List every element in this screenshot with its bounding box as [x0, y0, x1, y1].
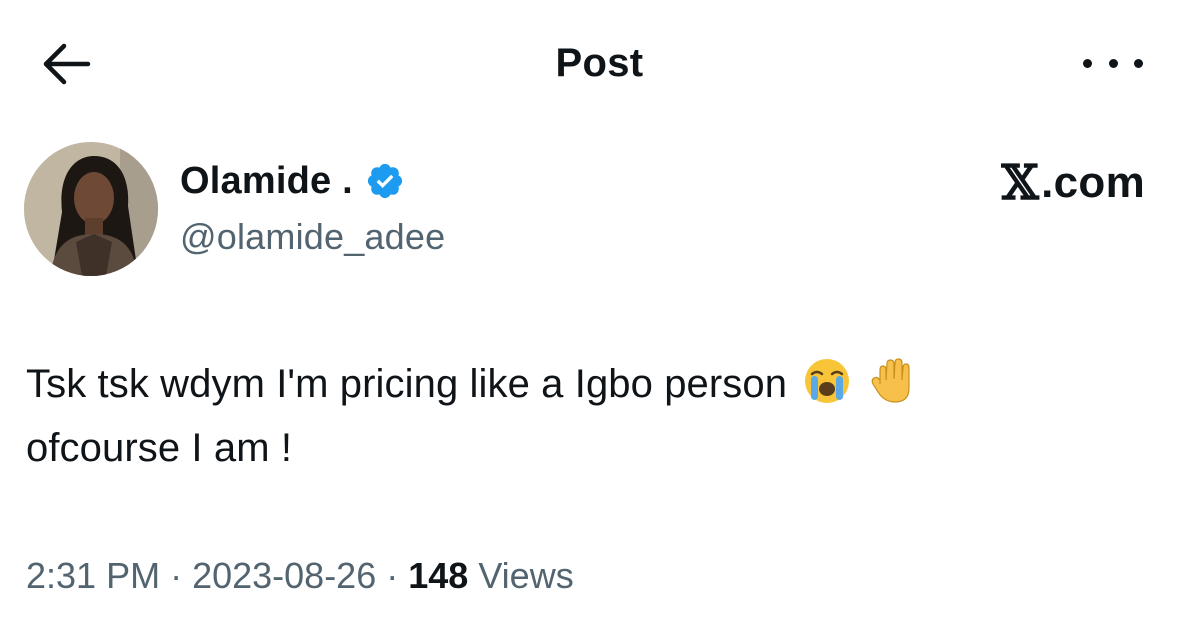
meta-separator: ·	[386, 555, 399, 596]
meta-separator: ·	[170, 555, 183, 596]
author-name: Olamide .	[180, 159, 353, 202]
profile-photo	[24, 142, 158, 276]
x-com-watermark: 𝕏 .com	[1002, 155, 1145, 211]
page-title: Post	[555, 41, 644, 85]
post-detail-page: Post Olamide . @olamide_adee 𝕏 .com Tsk …	[0, 0, 1199, 636]
avatar[interactable]	[24, 142, 158, 276]
more-dot	[1134, 58, 1143, 68]
post-text-line2: ofcourse I am !	[26, 426, 293, 470]
author-handle[interactable]: @olamide_adee	[180, 216, 445, 258]
post-time[interactable]: 2:31 PM	[26, 555, 160, 597]
views-count[interactable]: 148	[408, 555, 468, 597]
watermark-suffix: .com	[1041, 158, 1145, 207]
author-name-row[interactable]: Olamide .	[180, 155, 405, 207]
views-label: Views	[478, 555, 574, 596]
more-options-button[interactable]	[1083, 42, 1143, 84]
post-text: Tsk tsk wdym I'm pricing like a Igbo per…	[26, 352, 1146, 480]
post-date[interactable]: 2023-08-26	[192, 555, 376, 597]
more-dot	[1108, 58, 1118, 68]
raised-hand-icon	[871, 358, 910, 403]
post-text-line1: Tsk tsk wdym I'm pricing like a Igbo per…	[26, 362, 788, 406]
more-dots-icon	[1083, 58, 1092, 68]
verified-badge-icon	[365, 161, 405, 201]
loudly-crying-face-icon	[805, 359, 850, 403]
post-meta: 2:31 PM · 2023-08-26 · 148 Views	[26, 555, 574, 597]
x-logo-icon: 𝕏	[1001, 155, 1040, 211]
